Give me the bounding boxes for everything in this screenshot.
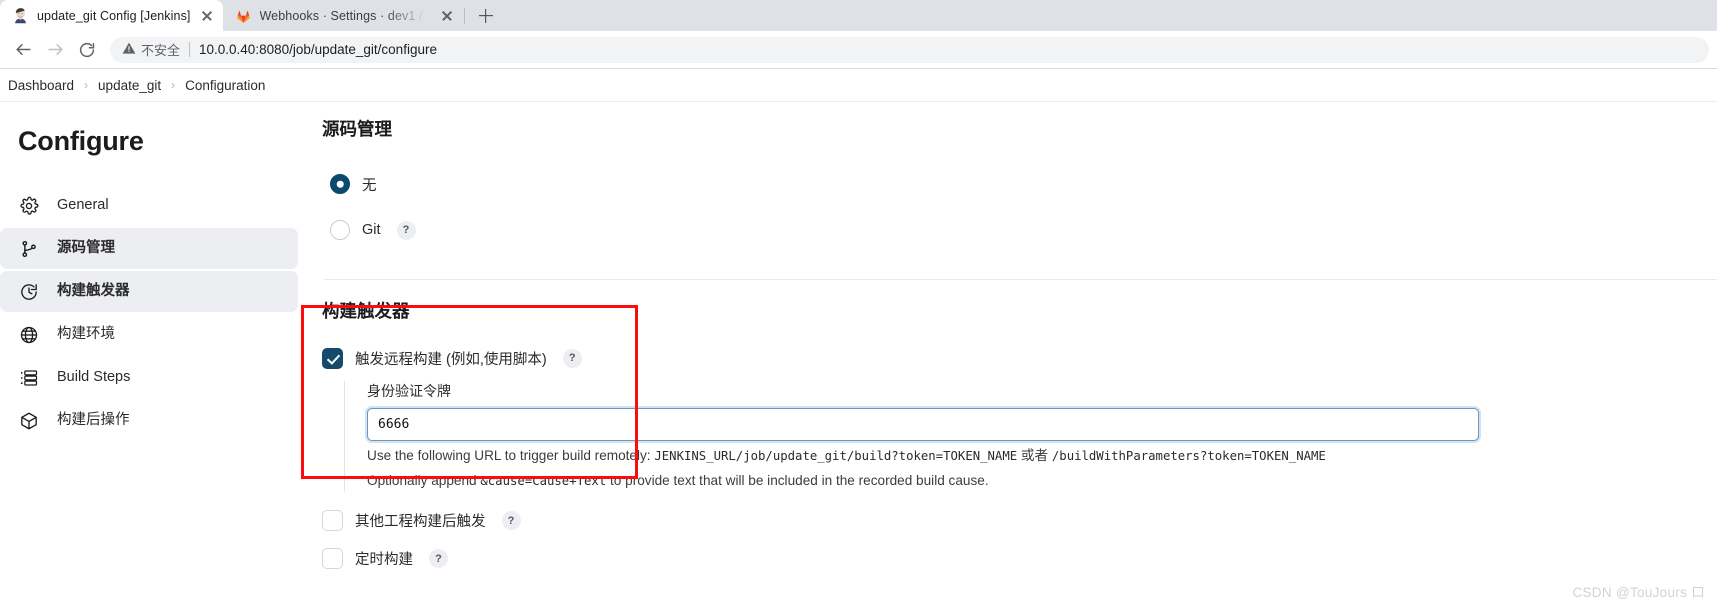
screenshot-stage: update_git Config [Jenkins] Webhooks · S… xyxy=(0,0,1717,606)
remote-trigger-row[interactable]: 触发远程构建 (例如,使用脚本) ? xyxy=(322,341,1717,375)
scm-option-none[interactable]: 无 xyxy=(330,167,1717,201)
radio-git[interactable] xyxy=(330,220,350,240)
breadcrumb-item-dashboard[interactable]: Dashboard xyxy=(8,78,74,93)
sidebar-item-label: 构建触发器 xyxy=(57,283,130,300)
help-icon[interactable]: ? xyxy=(396,220,416,240)
help-line-1-mid: 或者 xyxy=(1020,448,1049,463)
help-line-2-prefix: Optionally append xyxy=(367,473,477,489)
scheduled-build-label: 定时构建 xyxy=(355,552,413,569)
address-bar[interactable]: 不安全 10.0.0.40:8080/job/update_git/config… xyxy=(110,36,1709,63)
breadcrumb-item-configuration[interactable]: Configuration xyxy=(185,78,265,93)
help-line-1-prefix: Use the following URL to trigger build r… xyxy=(367,448,651,463)
site-security-chip[interactable]: 不安全 xyxy=(122,40,180,59)
close-icon[interactable] xyxy=(439,8,455,24)
url-text: 10.0.0.40:8080/job/update_git/configure xyxy=(199,42,437,57)
sidebar-item-label: Build Steps xyxy=(57,369,131,386)
auth-token-label: 身份验证令牌 xyxy=(367,383,451,399)
configure-form: 源码管理 无 Git ? 构建触发器 触发远程构建 (例如,使用脚本) ? 身份… xyxy=(300,102,1717,576)
help-icon[interactable]: ? xyxy=(429,549,448,569)
auth-token-input[interactable] xyxy=(365,406,1481,443)
scheduled-build-row[interactable]: 定时构建 ? xyxy=(322,542,1717,576)
sidebar-item-build-steps[interactable]: Build Steps xyxy=(0,357,298,398)
help-line-1-url-a: JENKINS_URL/job/update_git/build?token=T… xyxy=(654,449,1018,463)
page-title: Configure xyxy=(18,126,144,156)
radio-git-label: Git xyxy=(362,222,381,238)
trigger-after-other-projects-label: 其他工程构建后触发 xyxy=(355,514,486,531)
help-line-1-url-b: /buildWithParameters?token=TOKEN_NAME xyxy=(1051,449,1326,463)
help-line-2-suffix: to provide text that will be included in… xyxy=(610,473,989,489)
checkbox-trigger-after-other-projects[interactable] xyxy=(322,510,343,532)
sidebar-item-label: General xyxy=(57,197,109,214)
remote-trigger-help-line-2: Optionally append &cause=Cause+Text to p… xyxy=(367,471,1717,491)
breadcrumb-item-job[interactable]: update_git xyxy=(98,78,161,93)
gitlab-icon xyxy=(235,7,252,24)
forward-button[interactable] xyxy=(40,35,70,65)
omnibox-divider xyxy=(189,42,191,57)
help-line-2-code: &cause=Cause+Text xyxy=(480,474,607,489)
security-label: 不安全 xyxy=(141,43,181,58)
tab-strip: update_git Config [Jenkins] Webhooks · S… xyxy=(0,0,1717,31)
jenkins-icon xyxy=(12,7,29,24)
sidebar-item-general[interactable]: General xyxy=(0,185,298,226)
sidebar-item-build-triggers[interactable]: 构建触发器 xyxy=(0,271,298,312)
sidebar-item-source-code-management[interactable]: 源码管理 xyxy=(0,228,298,269)
back-button[interactable] xyxy=(8,35,38,65)
breadcrumb-separator: › xyxy=(84,78,89,92)
breadcrumb: Dashboard › update_git › Configuration xyxy=(0,69,1717,102)
sidebar-nav: General 源码管理 构建触发器 构建环境 Build Steps 构建后操… xyxy=(0,185,300,441)
clock-icon xyxy=(18,281,40,303)
sidebar-item-build-environment[interactable]: 构建环境 xyxy=(0,314,298,355)
browser-tab-title: Webhooks · Settings · dev1 / d xyxy=(259,8,431,23)
scm-section-title: 源码管理 xyxy=(322,119,392,139)
gear-icon xyxy=(18,195,40,217)
checkbox-scheduled-build[interactable] xyxy=(322,548,343,570)
configure-sidebar: Configure General 源码管理 构建触发器 构建环境 Build … xyxy=(0,102,300,576)
new-tab-button[interactable] xyxy=(472,2,500,30)
build-triggers-section: 构建触发器 触发远程构建 (例如,使用脚本) ? 身份验证令牌 Use the … xyxy=(322,298,1717,576)
jenkins-page: Dashboard › update_git › Configuration C… xyxy=(0,69,1717,576)
sidebar-item-label: 构建后操作 xyxy=(57,412,130,429)
section-divider xyxy=(324,279,1717,280)
browser-tab-jenkins[interactable]: update_git Config [Jenkins] xyxy=(0,0,223,31)
remote-trigger-help-line-1: Use the following URL to trigger build r… xyxy=(367,446,1717,466)
package-icon xyxy=(18,410,40,432)
browser-toolbar: 不安全 10.0.0.40:8080/job/update_git/config… xyxy=(0,31,1717,69)
radio-none-label: 无 xyxy=(362,177,377,194)
globe-icon xyxy=(18,324,40,346)
radio-none[interactable] xyxy=(330,174,350,194)
scm-section: 源码管理 无 Git ? xyxy=(322,116,1717,280)
browser-chrome: update_git Config [Jenkins] Webhooks · S… xyxy=(0,0,1717,69)
remote-trigger-details: 身份验证令牌 Use the following URL to trigger … xyxy=(344,381,1717,492)
trigger-after-other-projects-row[interactable]: 其他工程构建后触发 ? xyxy=(322,504,1717,538)
page-body: Configure General 源码管理 构建触发器 构建环境 Build … xyxy=(0,102,1717,576)
checkbox-remote-trigger[interactable] xyxy=(322,347,343,369)
browser-tab-gitlab[interactable]: Webhooks · Settings · dev1 / d xyxy=(223,0,463,31)
sidebar-item-post-build-actions[interactable]: 构建后操作 xyxy=(0,400,298,441)
browser-tab-title: update_git Config [Jenkins] xyxy=(37,8,191,23)
reload-button[interactable] xyxy=(72,35,102,65)
source-branch-icon xyxy=(18,238,40,260)
watermark: CSDN @TouJours 口 xyxy=(1572,585,1705,600)
help-icon[interactable]: ? xyxy=(562,348,582,368)
tab-divider xyxy=(463,7,465,24)
build-triggers-title: 构建触发器 xyxy=(322,301,410,321)
sidebar-item-label: 源码管理 xyxy=(57,240,115,257)
warning-triangle-icon xyxy=(122,41,136,58)
remote-trigger-label: 触发远程构建 (例如,使用脚本) xyxy=(355,351,547,368)
breadcrumb-separator: › xyxy=(171,78,176,92)
scm-option-git[interactable]: Git ? xyxy=(330,213,1717,247)
help-icon[interactable]: ? xyxy=(501,511,521,531)
sidebar-item-label: 构建环境 xyxy=(57,326,115,343)
close-icon[interactable] xyxy=(199,8,215,24)
list-steps-icon xyxy=(18,367,40,389)
